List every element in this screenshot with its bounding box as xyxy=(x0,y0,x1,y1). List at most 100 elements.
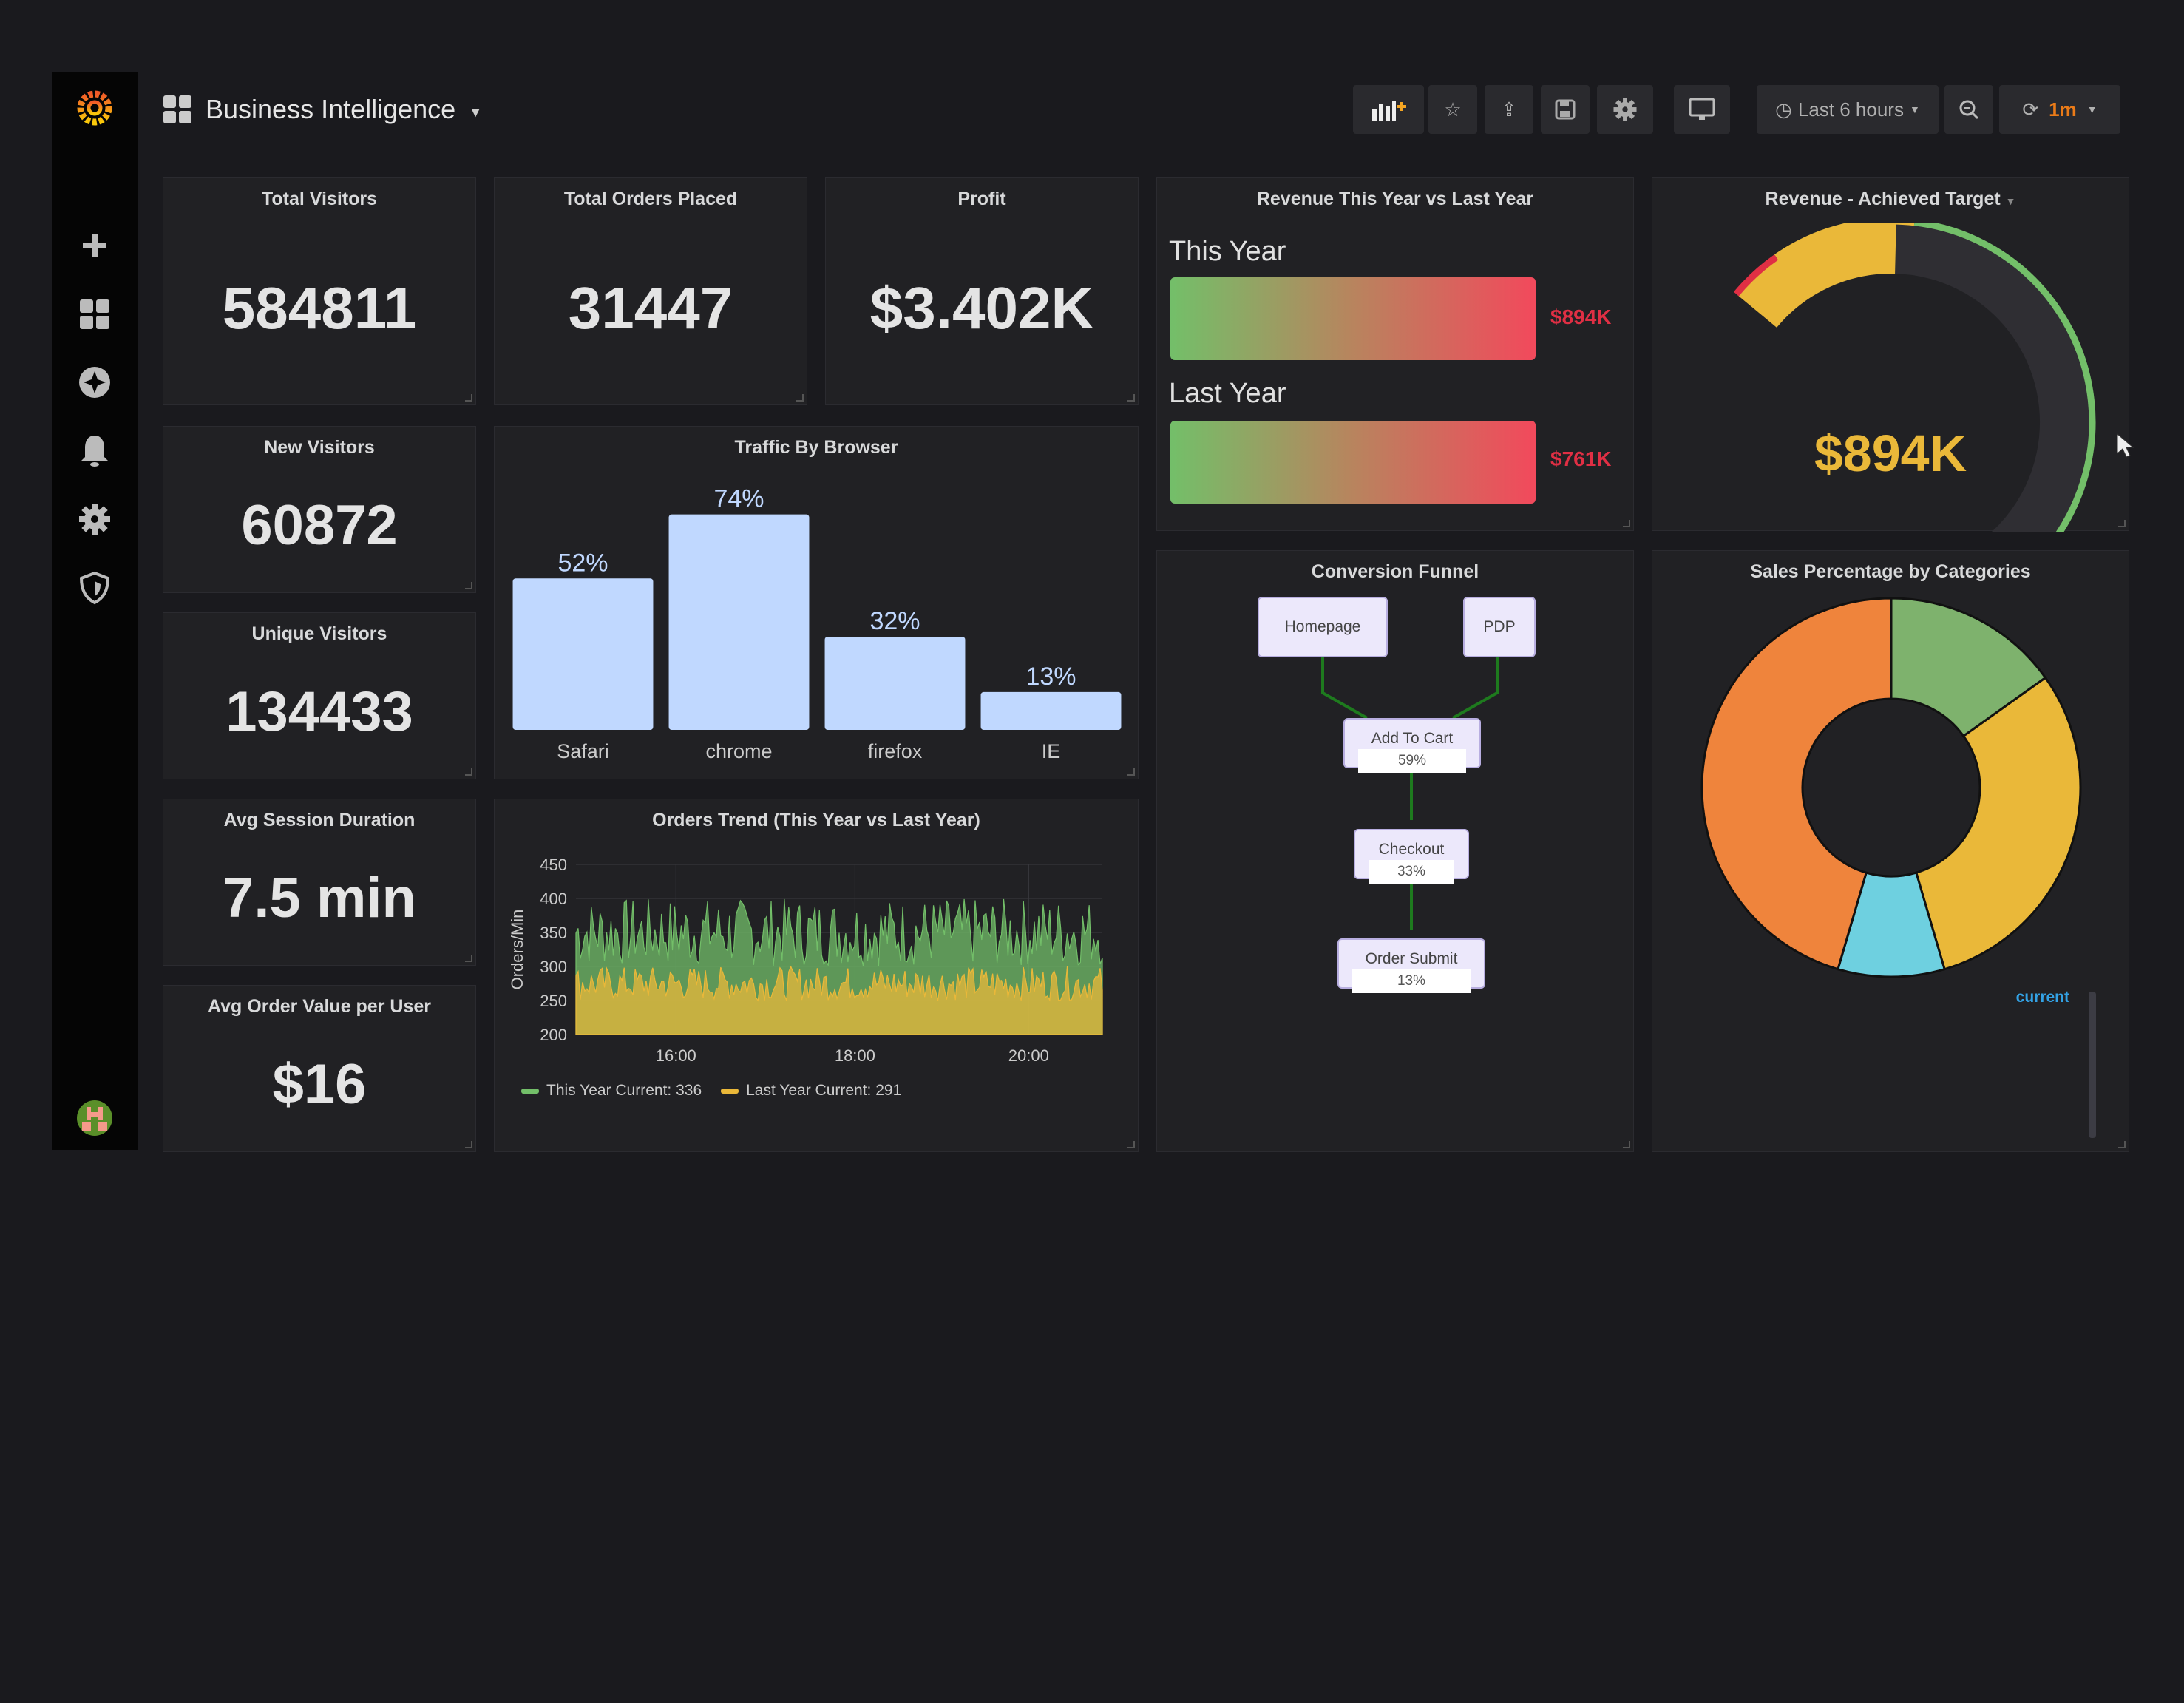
save-button[interactable] xyxy=(1541,85,1590,134)
legend-swatch-this-year xyxy=(521,1088,539,1094)
gauge-chart xyxy=(1733,223,2096,532)
bar-value-label: 32% xyxy=(869,607,920,635)
funnel-node-label: Checkout xyxy=(1378,841,1445,858)
legend-header-current[interactable]: current xyxy=(2016,989,2069,1006)
y-tick-label: 450 xyxy=(540,856,567,874)
resize-handle[interactable] xyxy=(2118,1141,2126,1148)
time-range-picker[interactable]: ◷ Last 6 hours ▼ xyxy=(1757,85,1939,134)
area-chart: 200 250 300 350 400 450 16:00 18:00 20:00 Orders/… xyxy=(508,856,1103,1065)
resize-handle[interactable] xyxy=(465,955,472,962)
resize-handle[interactable] xyxy=(1127,394,1135,402)
add-panel-button[interactable] xyxy=(1353,85,1424,134)
panel-avg-order-value[interactable]: Avg Order Value per User $16 xyxy=(163,985,476,1152)
panel-conversion-funnel[interactable]: Conversion Funnel Homepage PDP Add To Ca… xyxy=(1156,550,1634,1152)
resize-handle[interactable] xyxy=(1623,520,1630,527)
dashboard-title: Business Intelligence xyxy=(206,94,456,124)
y-tick-label: 350 xyxy=(540,924,567,942)
panel-unique-visitors[interactable]: Unique Visitors 134433 xyxy=(163,612,476,779)
panel-total-visitors[interactable]: Total Visitors 584811 xyxy=(163,177,476,405)
y-tick-label: 400 xyxy=(540,890,567,908)
refresh-picker[interactable]: ⟳ 1m ▼ xyxy=(1999,85,2120,134)
legend-last-year[interactable]: Last Year Current: 291 xyxy=(746,1082,901,1100)
star-button[interactable]: ☆ xyxy=(1428,85,1477,134)
panel-new-visitors[interactable]: New Visitors 60872 xyxy=(163,426,476,593)
settings-button[interactable] xyxy=(1597,85,1653,134)
funnel-node-label: PDP xyxy=(1483,618,1516,635)
zoom-out-icon xyxy=(1959,100,1979,120)
resize-handle[interactable] xyxy=(796,394,804,402)
resize-handle[interactable] xyxy=(465,394,472,402)
y-tick-label: 250 xyxy=(540,992,567,1010)
funnel-node-checkout[interactable]: Checkout 33% xyxy=(1354,829,1469,884)
funnel-node-add-to-cart[interactable]: Add To Cart 59% xyxy=(1343,718,1481,773)
legend-scrollbar[interactable] xyxy=(2089,992,2096,1138)
panel-title: Unique Visitors xyxy=(251,623,387,644)
funnel-node-label: Homepage xyxy=(1284,618,1361,635)
panel-title[interactable]: Revenue - Achieved Target ▼ xyxy=(1652,189,2129,210)
user-avatar[interactable] xyxy=(72,1096,117,1140)
y-tick-label: 200 xyxy=(540,1026,567,1044)
panel-profit[interactable]: Profit $3.402K xyxy=(825,177,1139,405)
x-tick-label: 16:00 xyxy=(656,1046,696,1065)
funnel-node-label: Order Submit xyxy=(1365,950,1458,967)
grafana-logo-icon[interactable] xyxy=(72,85,117,129)
funnel-node-homepage[interactable]: Homepage xyxy=(1258,597,1388,657)
resize-handle[interactable] xyxy=(465,768,472,776)
bar-chrome xyxy=(668,514,810,730)
panel-title: Avg Session Duration xyxy=(223,810,416,830)
add-panel-icon xyxy=(1372,101,1406,121)
panel-title: Total Orders Placed xyxy=(563,189,738,209)
panel-revenue-compare[interactable]: Revenue This Year vs Last Year This Year… xyxy=(1156,177,1634,531)
y-tick-label: 300 xyxy=(540,958,567,976)
funnel-node-pct: 33% xyxy=(1369,860,1454,884)
bar-gauge-this-year xyxy=(1170,277,1536,360)
resize-handle[interactable] xyxy=(1127,1141,1135,1148)
dashboards-grid-icon xyxy=(163,95,191,123)
stat-value: 584811 xyxy=(222,275,417,341)
stat-value: 60872 xyxy=(241,494,398,557)
panel-orders-trend[interactable]: Orders Trend (This Year vs Last Year) 20… xyxy=(494,799,1139,1152)
stat-value: 31447 xyxy=(568,275,733,341)
panel-title: New Visitors xyxy=(264,437,375,458)
panel-sales-by-category[interactable]: Sales Percentage by Categories current M… xyxy=(1652,550,2129,1152)
funnel-node-pdp[interactable]: PDP xyxy=(1463,597,1536,657)
sidebar xyxy=(52,72,138,1150)
bar-gauge-last-year xyxy=(1170,421,1536,504)
compass-icon[interactable] xyxy=(72,360,117,404)
bell-icon[interactable] xyxy=(72,428,117,473)
panel-total-orders[interactable]: Total Orders Placed 31447 xyxy=(494,177,807,405)
funnel-node-order-submit[interactable]: Order Submit 13% xyxy=(1337,938,1485,993)
legend-this-year[interactable]: This Year Current: 336 xyxy=(546,1082,702,1100)
dashboards-grid-icon[interactable] xyxy=(72,292,117,336)
dashboard-title-bar[interactable]: Business Intelligence ▼ xyxy=(163,87,482,132)
bar-safari xyxy=(512,578,654,730)
resize-handle[interactable] xyxy=(2118,520,2126,527)
bar-value-this-year: $894K xyxy=(1550,305,1612,328)
bar-category-label: Safari xyxy=(557,740,609,762)
resize-handle[interactable] xyxy=(465,1141,472,1148)
gear-icon[interactable] xyxy=(72,497,117,541)
shield-icon[interactable] xyxy=(72,566,117,610)
resize-handle[interactable] xyxy=(1623,1141,1630,1148)
share-button[interactable]: ⇪ xyxy=(1485,85,1533,134)
resize-handle[interactable] xyxy=(1127,768,1135,776)
panel-title: Profit xyxy=(957,189,1006,209)
star-icon: ☆ xyxy=(1444,98,1462,121)
zoom-out-button[interactable] xyxy=(1944,85,1993,134)
save-icon xyxy=(1555,99,1576,120)
panel-title: Revenue This Year vs Last Year xyxy=(1256,189,1534,209)
clock-icon: ◷ xyxy=(1775,98,1792,121)
funnel-node-pct: 59% xyxy=(1358,749,1466,773)
resize-handle[interactable] xyxy=(465,582,472,589)
stat-value: $3.402K xyxy=(869,275,1094,341)
panel-revenue-gauge[interactable]: Revenue - Achieved Target ▼ $894K xyxy=(1652,177,2129,532)
share-icon: ⇪ xyxy=(1501,98,1517,121)
tv-mode-button[interactable] xyxy=(1674,85,1730,134)
funnel-node-label: Add To Cart xyxy=(1371,730,1454,747)
plus-icon[interactable] xyxy=(72,223,117,268)
pie-slice-online xyxy=(1914,676,2082,971)
panel-title-text: Revenue - Achieved Target xyxy=(1765,189,2001,209)
panel-avg-session[interactable]: Avg Session Duration 7.5 min xyxy=(163,799,476,966)
panel-traffic-by-browser[interactable]: Traffic By Browser 52% Safari 74% chrome 32%… xyxy=(494,426,1139,779)
pie-chart xyxy=(1700,597,2082,978)
